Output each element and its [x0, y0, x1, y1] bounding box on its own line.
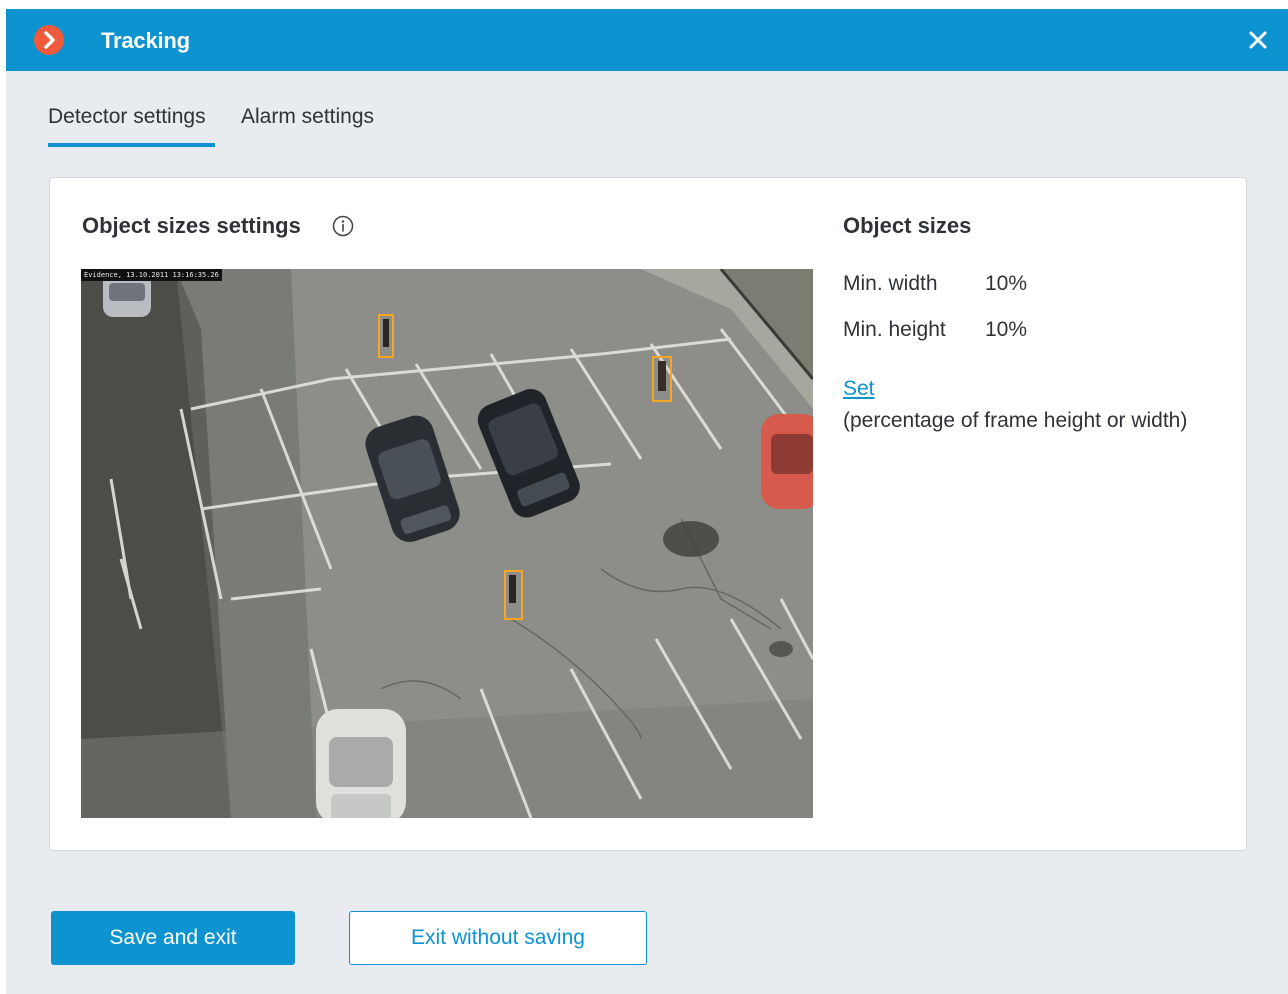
min-height-label: Min. height [843, 318, 946, 341]
video-timestamp: Evidence, 13.10.2011 13:16:35.26 [81, 269, 222, 281]
parking-lot-image [81, 269, 813, 818]
camera-frame[interactable]: Evidence, 13.10.2011 13:16:35.26 [81, 269, 813, 818]
close-icon [1249, 31, 1267, 49]
min-width-label: Min. width [843, 272, 938, 295]
object-sizes-settings-title: Object sizes settings [82, 213, 301, 238]
size-hint-text: (percentage of frame height or width) [843, 409, 1188, 432]
object-sizes-title: Object sizes [843, 213, 972, 238]
min-width-value: 10% [985, 272, 1028, 295]
info-icon[interactable] [331, 214, 355, 238]
close-button[interactable] [1246, 28, 1270, 52]
tab-detector-settings[interactable]: Detector settings [48, 105, 206, 129]
settings-panel: Object sizes settings Evidence, 13.10.20… [49, 177, 1247, 851]
title-bar: Tracking [6, 9, 1288, 71]
tracking-dialog: Tracking Detector settings Alarm setting… [6, 9, 1288, 994]
active-tab-indicator [48, 143, 215, 147]
dialog-title: Tracking [101, 28, 190, 53]
min-height-value: 10% [985, 318, 1028, 341]
tab-alarm-settings[interactable]: Alarm settings [241, 105, 374, 129]
chevron-right-icon [34, 25, 64, 55]
save-and-exit-button[interactable]: Save and exit [51, 911, 295, 965]
exit-without-saving-button[interactable]: Exit without saving [349, 911, 647, 965]
set-link[interactable]: Set [843, 377, 875, 401]
